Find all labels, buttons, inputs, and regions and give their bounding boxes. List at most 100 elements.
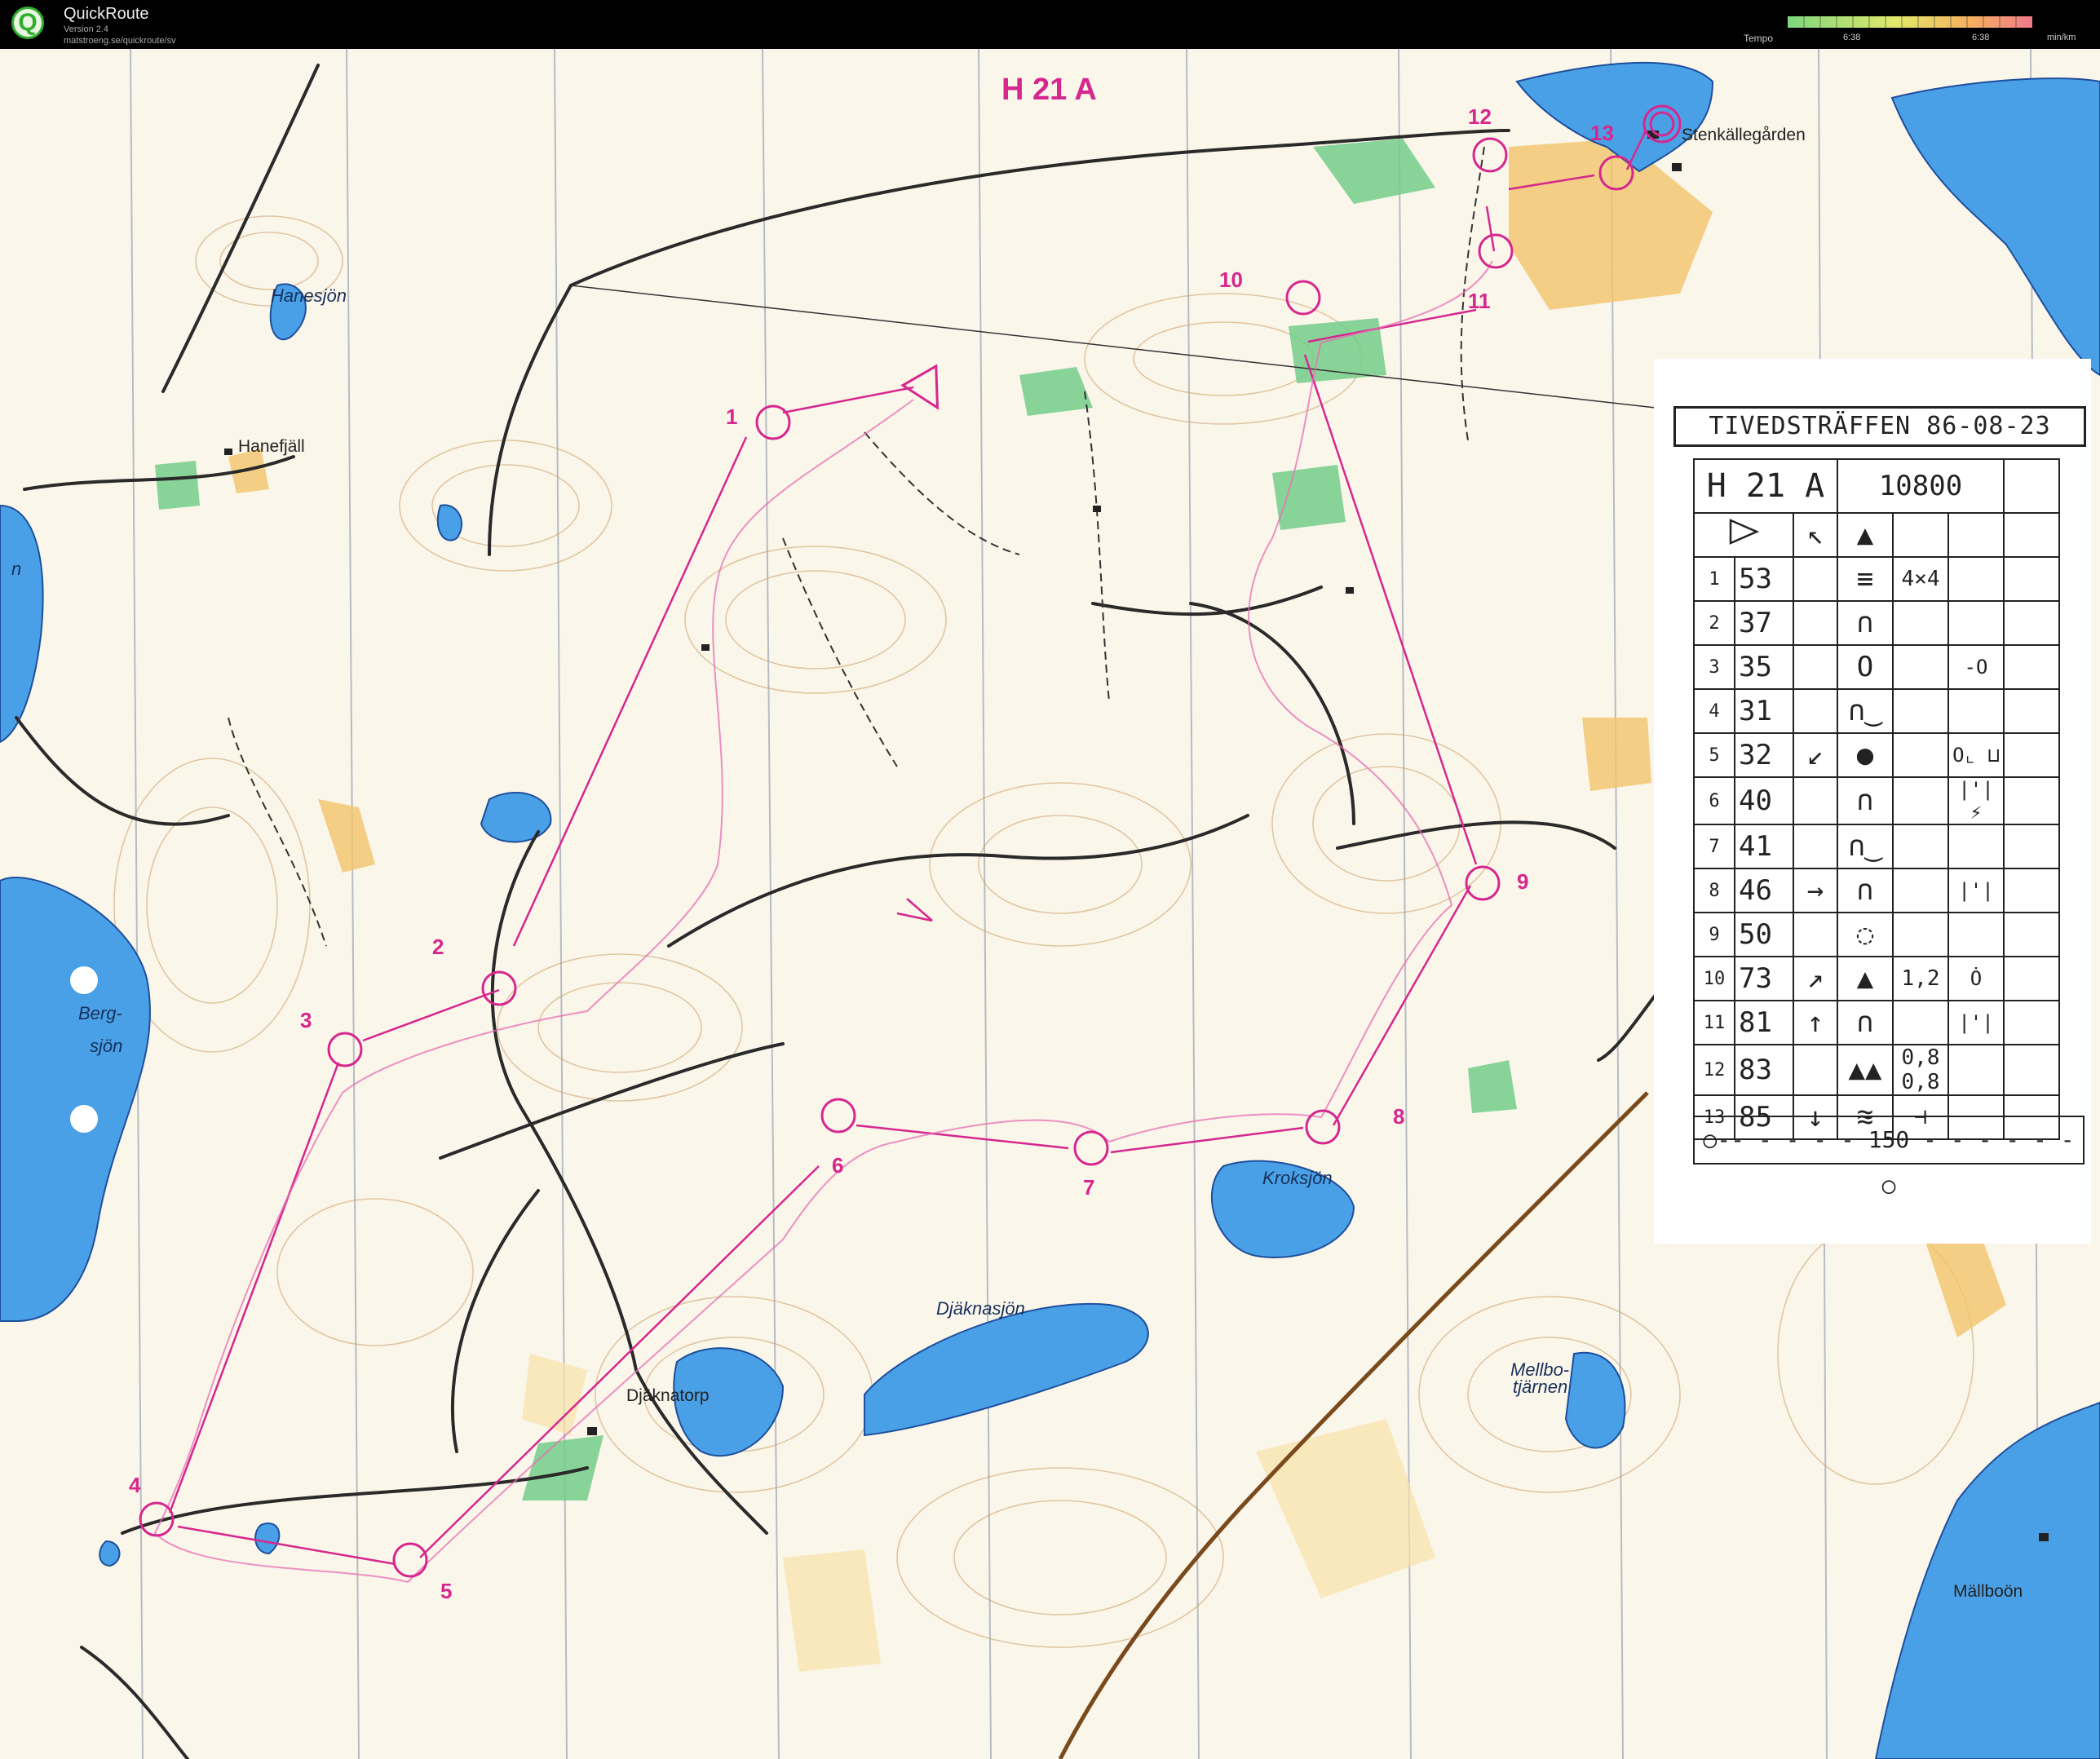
card-feature-icon: ▲ [1837,956,1894,1001]
control-description-card: TIVEDSTRÄFFEN 86-08-23 H 21 A 10800 ↖ ▲ … [1654,359,2091,1244]
card-direction-icon [1793,556,1838,602]
card-control-code: 40 [1734,776,1794,825]
card-control-code: 46 [1734,868,1794,913]
card-empty-cell [2003,644,2060,690]
card-direction-icon: ↗ [1793,956,1838,1001]
card-control-code: 73 [1734,956,1794,1001]
map-class-label: H 21 A [1001,73,1097,107]
card-detail: O⌞ ⊔ [1947,732,2005,778]
card-empty-cell [2003,556,2060,602]
card-detail: -O [1947,644,2005,690]
control-number-3: 3 [300,1008,312,1032]
card-finish-row: ○-- - - - - 150 - - - - - - ○ [1693,1116,2085,1199]
card-control-row: 1 53 ≡ 4×4 [1693,556,2060,602]
control-number-11: 11 [1468,289,1491,313]
card-direction-icon: ↑ [1793,1000,1838,1045]
card-appearance: 4×4 [1892,556,1949,602]
card-control-number: 10 [1693,956,1735,1001]
card-start-row: ↖ ▲ [1693,512,2060,558]
card-empty-cell [2003,688,2060,734]
card-class-row: H 21 A 10800 [1693,458,2060,514]
control-number-1: 1 [726,404,737,429]
card-feature-icon: ∩ [1837,600,1894,646]
card-control-number: 7 [1693,824,1735,869]
card-control-row: 11 81 ↑ ∩ |'| [1693,1000,2060,1045]
card-detail [1947,824,2005,869]
app-header: Q QuickRoute Version 2.4 matstroeng.se/q… [0,0,2100,49]
app-title: QuickRoute [64,5,149,23]
card-class: H 21 A [1693,458,1838,514]
place-sjon-edge: n [11,559,21,579]
control-number-12: 12 [1468,104,1492,129]
place-djaknasjon: Djäknasjön [936,1298,1025,1319]
card-control-row: 3 35 O -O [1693,644,2060,690]
app-version: Version 2.4 [64,24,109,34]
tempo-gradient-bar [1788,16,2032,28]
card-control-number: 6 [1693,776,1735,825]
control-number-13: 13 [1590,121,1614,145]
card-feature-icon: ● [1837,732,1894,778]
card-feature-icon: O [1837,644,1894,690]
card-control-row: 4 31 ∩‿ [1693,688,2060,734]
start-feature-icon: ▲ [1837,512,1894,558]
card-feature-icon: ◌ [1837,912,1894,957]
card-appearance [1892,600,1949,646]
card-direction-icon [1793,824,1838,869]
control-number-4: 4 [129,1473,141,1497]
card-empty-cell [2003,776,2060,825]
card-control-number: 9 [1693,912,1735,957]
card-control-number: 1 [1693,556,1735,602]
card-feature-icon: ∩‿ [1837,824,1894,869]
card-control-number: 5 [1693,732,1735,778]
card-control-number: 11 [1693,1000,1735,1045]
card-feature-icon: ∩ [1837,776,1894,825]
control-number-10: 10 [1219,267,1243,292]
card-detail [1947,688,2005,734]
start-triangle-icon [1729,518,1760,545]
card-control-number: 8 [1693,868,1735,913]
card-control-row: 6 40 ∩ |'| ⚡ [1693,776,2060,825]
card-detail: |'| [1947,1000,2005,1045]
card-appearance: 1,2 [1892,956,1949,1001]
card-empty-cell [2003,912,2060,957]
card-detail: Ȯ [1947,956,2005,1001]
card-detail [1947,556,2005,602]
app-url[interactable]: matstroeng.se/quickroute/sv [64,36,176,46]
card-appearance [1892,776,1949,825]
card-control-row: 2 37 ∩ [1693,600,2060,646]
card-control-number: 4 [1693,688,1735,734]
place-mallboon: Mällboön [1953,1582,2023,1601]
control-number-2: 2 [432,935,444,959]
card-detail: |'| ⚡ [1947,776,2005,825]
card-control-row: 5 32 ↙ ● O⌞ ⊔ [1693,732,2060,778]
quickroute-logo-icon: Q [11,7,44,39]
card-direction-icon [1793,912,1838,957]
card-control-code: 81 [1734,1000,1794,1045]
place-bergsjon-1: Berg- [78,1003,122,1023]
control-number-7: 7 [1083,1175,1094,1200]
card-appearance [1892,912,1949,957]
card-direction-icon: → [1793,868,1838,913]
place-bergsjon-2: sjön [90,1036,122,1056]
place-kroksjon: Kroksjön [1262,1168,1333,1188]
card-empty-cell [2003,956,2060,1001]
control-number-6: 6 [832,1153,843,1178]
card-feature-icon: ∩ [1837,1000,1894,1045]
card-control-code: 83 [1734,1044,1794,1096]
card-feature-icon: ∩‿ [1837,688,1894,734]
card-appearance [1892,824,1949,869]
card-empty-cell [2003,1000,2060,1045]
card-feature-icon: ≡ [1837,556,1894,602]
card-control-code: 31 [1734,688,1794,734]
control-number-5: 5 [440,1579,452,1603]
start-direction-icon: ↖ [1793,512,1838,558]
card-control-code: 37 [1734,600,1794,646]
card-appearance [1892,644,1949,690]
card-detail [1947,912,2005,957]
card-control-row: 12 83 ▲▲ 0,8 0,8 [1693,1044,2060,1096]
control-number-8: 8 [1393,1104,1404,1129]
card-empty-cell [2003,1044,2060,1096]
place-hanesjon: Hanesjön [271,285,347,306]
place-hanefjall: Hanefjäll [238,437,305,456]
card-feature-icon: ∩ [1837,868,1894,913]
